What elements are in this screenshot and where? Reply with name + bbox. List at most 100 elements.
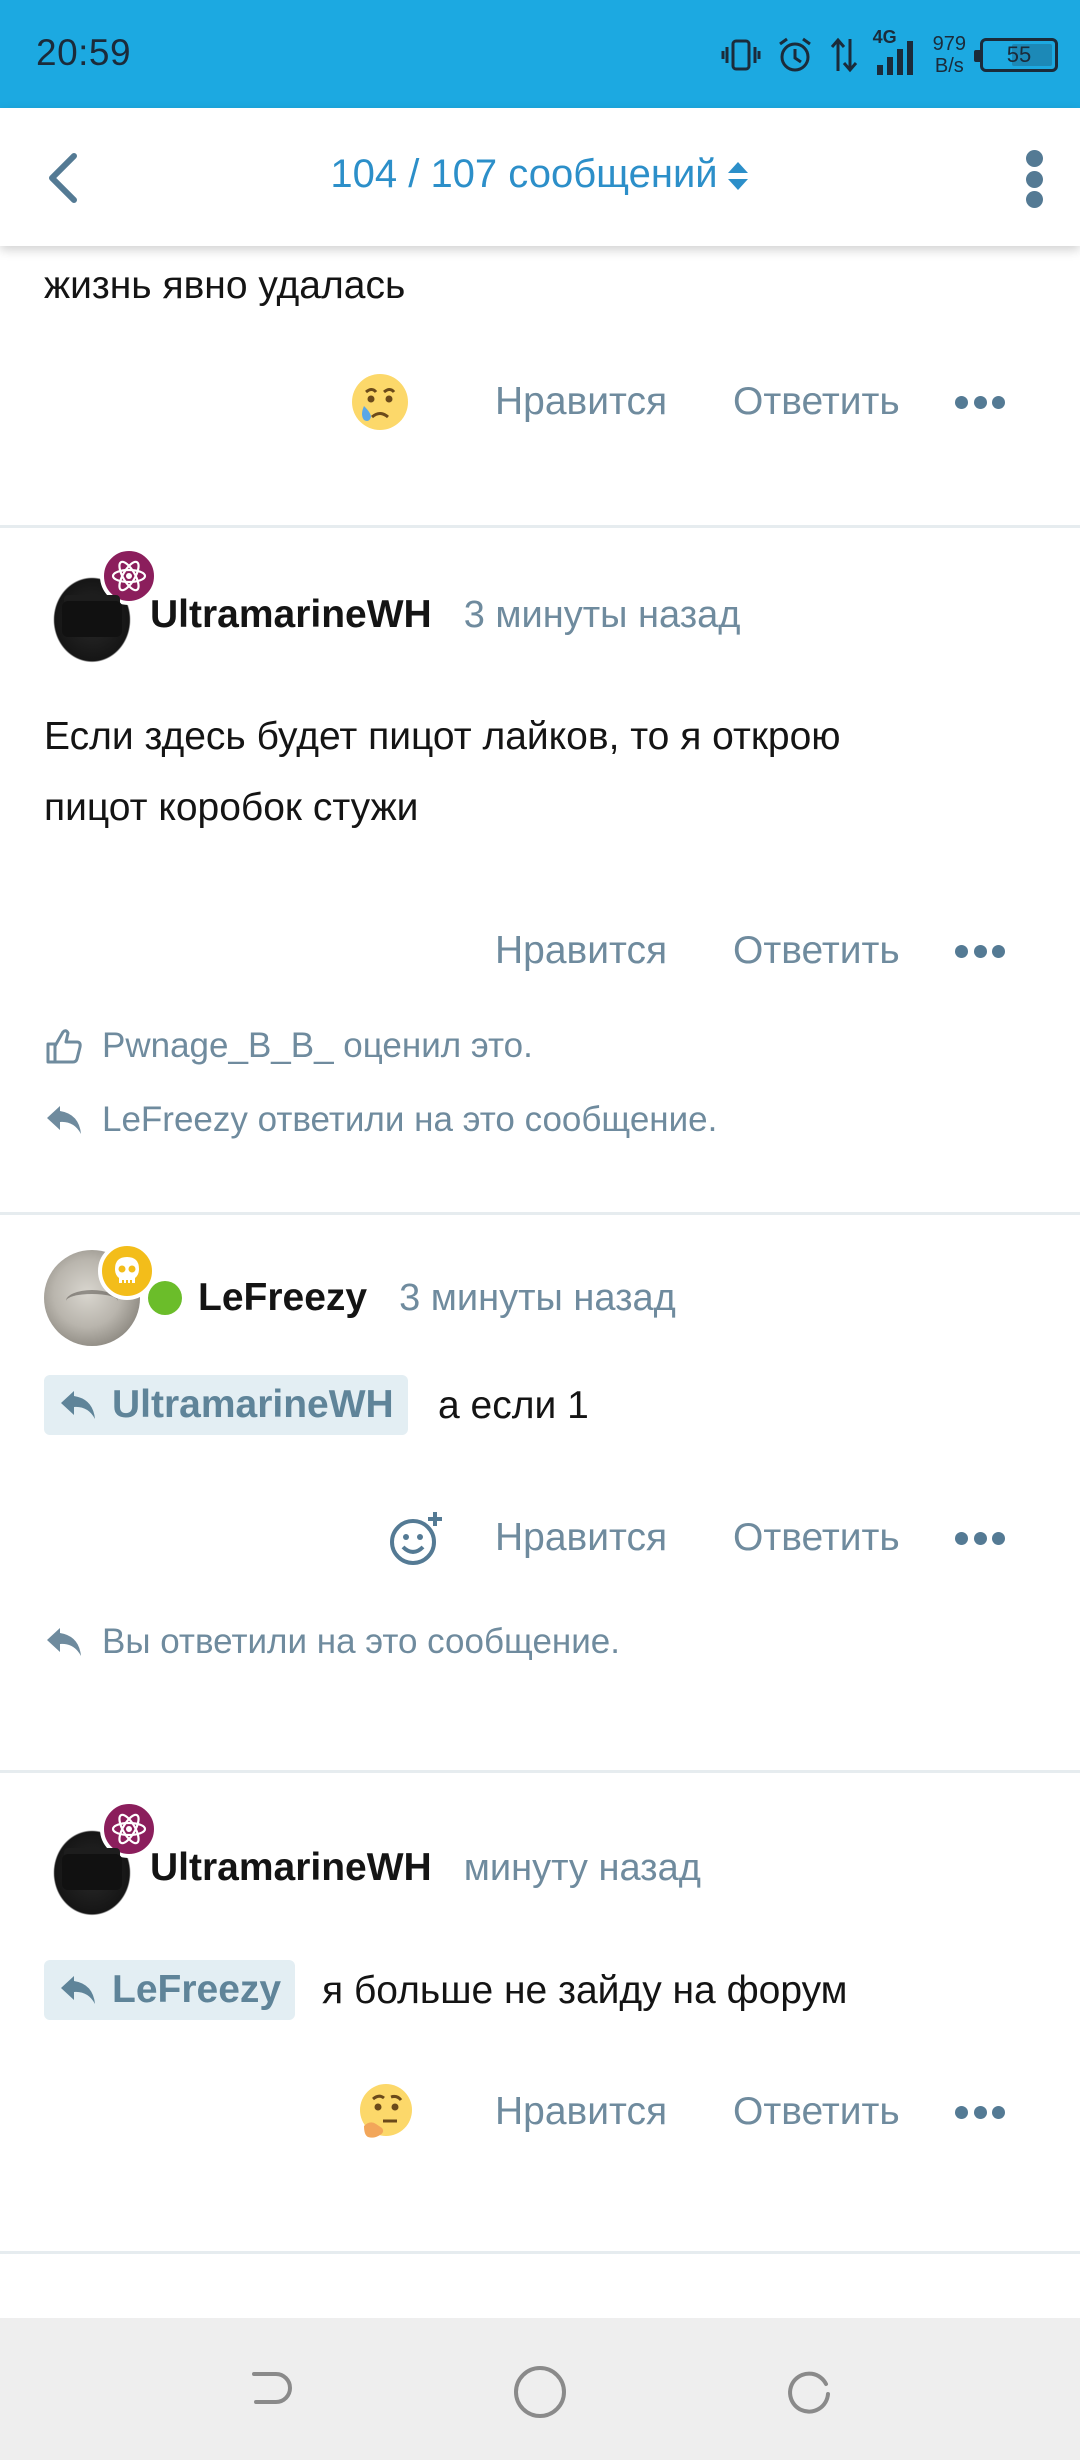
replied-by-text: Вы ответили на это сообщение.	[102, 1622, 620, 1661]
menu-dot	[1025, 150, 1043, 167]
more-dot	[973, 944, 987, 958]
more-dot	[992, 395, 1005, 409]
user-badge	[100, 1800, 158, 1858]
online-status-indicator	[148, 1281, 182, 1315]
post-meta: UltramarineWH 3 минуты назад	[44, 547, 1040, 663]
more-options-button[interactable]	[955, 1528, 1005, 1548]
vibrate-icon	[721, 39, 761, 71]
skull-icon	[115, 1257, 139, 1283]
avatar[interactable]	[44, 1800, 158, 1916]
thread-position-selector[interactable]: 104 / 107 сообщений	[0, 152, 1080, 197]
message-text: Если здесь будет пицот лайков, то я откр…	[44, 701, 841, 843]
system-navigation-bar	[0, 2318, 1080, 2460]
post-meta: LeFreezy 3 минуты назад	[44, 1242, 1040, 1346]
reply-arrow-icon	[47, 1106, 81, 1134]
overflow-menu-button[interactable]	[1014, 144, 1054, 214]
user-badge	[100, 547, 158, 605]
message-text-line: пицот коробок стужи	[44, 786, 419, 829]
thumbs-up-icon	[46, 1029, 82, 1064]
more-dot	[992, 944, 1005, 958]
post-meta: UltramarineWH минуту назад	[44, 1800, 1040, 1916]
status-icons: 4G 979 B/s 55	[721, 26, 1058, 84]
atom-icon	[111, 560, 147, 592]
message-list[interactable]: жизнь явно удалась Нравится Ответить Ult…	[0, 246, 1080, 2318]
reply-button[interactable]: Ответить	[733, 380, 900, 424]
like-button[interactable]: Нравится	[495, 380, 667, 424]
home-circle-icon	[514, 2366, 566, 2418]
alarm-icon	[778, 37, 811, 72]
message-actions: Нравится Ответить	[0, 1508, 1080, 1568]
more-options-button[interactable]	[955, 392, 1005, 412]
more-options-button[interactable]	[955, 2102, 1005, 2122]
back-nav-icon	[252, 2372, 292, 2407]
more-dot	[992, 2105, 1005, 2119]
add-reaction-icon	[390, 1512, 442, 1565]
user-badge	[98, 1242, 156, 1300]
username[interactable]: LeFreezy	[198, 1276, 367, 1320]
avatar[interactable]	[44, 547, 158, 663]
signal-icon: 4G	[873, 27, 919, 77]
home-nav-button[interactable]	[512, 2364, 568, 2420]
message-post: жизнь явно удалась Нравится Ответить	[0, 246, 1080, 528]
status-time: 20:59	[36, 32, 132, 73]
timestamp[interactable]: минуту назад	[464, 1847, 701, 1890]
message-post: LeFreezy 3 минуты назад UltramarineWH а …	[0, 1218, 1080, 1773]
battery-level: 55	[1006, 42, 1032, 67]
reply-arrow-icon	[61, 1976, 95, 2004]
like-button[interactable]: Нравится	[495, 1516, 667, 1560]
page-title: 104 / 107 сообщений	[330, 152, 718, 196]
crying-emoji-icon	[352, 374, 408, 430]
more-dot	[992, 1531, 1005, 1545]
app-header: 104 / 107 сообщений	[0, 108, 1080, 246]
reaction-button[interactable]	[350, 372, 410, 432]
replied-by-notice[interactable]: LeFreezy ответили на это сообщение.	[44, 1095, 717, 1145]
more-dot	[973, 2105, 987, 2119]
more-dot	[955, 2105, 968, 2119]
atom-icon	[111, 1813, 147, 1845]
recents-nav-button[interactable]	[782, 2364, 838, 2420]
message-text: я больше не зайду на форум	[322, 1969, 848, 2012]
message-text: жизнь явно удалась	[44, 264, 406, 307]
more-options-button[interactable]	[955, 941, 1005, 961]
more-dot	[973, 1531, 987, 1545]
recents-icon	[788, 2371, 830, 2414]
network-speed-value: 979	[932, 33, 966, 55]
replied-by-text: LeFreezy ответили на это сообщение.	[102, 1100, 718, 1139]
thinking-emoji-icon	[360, 2084, 412, 2138]
replied-by-notice[interactable]: Вы ответили на это сообщение.	[44, 1617, 620, 1667]
message-post: UltramarineWH минуту назад LeFreezy я бо…	[0, 1776, 1080, 2254]
reply-arrow-icon	[61, 1391, 95, 1419]
reply-button[interactable]: Ответить	[733, 1516, 900, 1560]
like-button[interactable]: Нравится	[495, 929, 667, 973]
network-speed: 979 B/s	[933, 33, 966, 77]
liked-by-text: Pwnage_B_B_ оценил это.	[102, 1026, 533, 1065]
message-text-line: Если здесь будет пицот лайков, то я откр…	[44, 715, 841, 758]
timestamp[interactable]: 3 минуты назад	[399, 1277, 676, 1320]
network-speed-unit: B/s	[934, 55, 964, 77]
back-nav-button[interactable]	[242, 2364, 298, 2420]
reply-button[interactable]: Ответить	[733, 929, 900, 973]
message-post: UltramarineWH 3 минуты назад Если здесь …	[0, 531, 1080, 1215]
quote-author: LeFreezy	[112, 1968, 282, 2011]
like-button[interactable]: Нравится	[495, 2090, 667, 2134]
add-reaction-button[interactable]	[387, 1510, 447, 1570]
message-text: а если 1	[438, 1384, 589, 1427]
data-transfer-icon	[830, 37, 857, 73]
reaction-button[interactable]	[356, 2082, 416, 2142]
more-dot	[955, 395, 968, 409]
liked-by-notice[interactable]: Pwnage_B_B_ оценил это.	[44, 1021, 533, 1071]
battery-icon: 55	[974, 38, 1058, 72]
menu-dot	[1025, 191, 1043, 208]
sort-arrows-icon	[727, 162, 748, 191]
username[interactable]: UltramarineWH	[150, 593, 432, 637]
quote-reference[interactable]: LeFreezy	[44, 1960, 296, 2020]
reply-button[interactable]: Ответить	[733, 2090, 900, 2134]
message-actions: Нравится Ответить	[0, 2082, 1080, 2142]
more-dot	[973, 395, 987, 409]
menu-dot	[1025, 170, 1043, 188]
quote-reference[interactable]: UltramarineWH	[44, 1375, 408, 1435]
status-bar: 20:59 4G 979 B/s 55	[0, 0, 1080, 108]
timestamp[interactable]: 3 минуты назад	[464, 594, 741, 637]
username[interactable]: UltramarineWH	[150, 1846, 432, 1890]
more-dot	[955, 944, 968, 958]
